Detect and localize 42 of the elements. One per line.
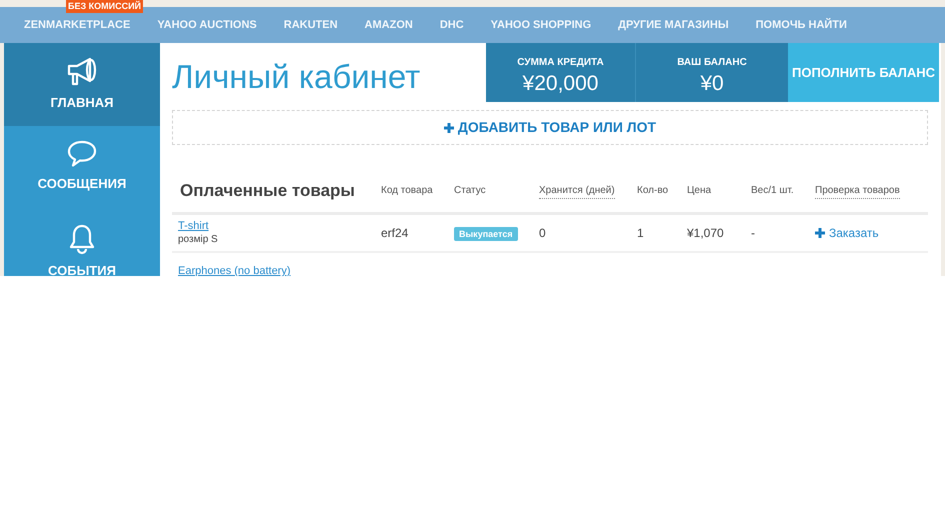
sidebar-item[interactable]: СОБЫТИЯ [4,209,160,276]
table-cell-text: - [751,225,756,242]
page-title: Личный кабинет [172,57,422,97]
sidebar-item[interactable]: ГЛАВНАЯ [4,43,160,126]
balance-label: ВАШ БАЛАНС [677,56,747,70]
add-item-button[interactable]: ДОБАВИТЬ ТОВАР ИЛИ ЛОТ [172,110,928,145]
column-header: Проверка товаров [815,182,900,198]
nav-link[interactable]: RAKUTEN [284,16,338,34]
top-up-button[interactable]: ПОПОЛНИТЬ БАЛАНС [788,43,939,102]
table-cell-text: 0 [539,225,547,242]
promo-badge: БЕЗ КОМИССИЙ [66,0,144,13]
credit-amount: ¥20,000 [522,71,598,97]
status-label: Выкупается [454,227,518,241]
sidebar-item[interactable]: СООБЩЕНИЯ [4,126,160,209]
nav-link[interactable]: DHC [440,16,464,34]
column-header: Цена [687,184,712,198]
nav-link[interactable]: YAHOO AUCTIONS [157,16,257,34]
bell-icon [68,223,96,255]
credit-label: СУММА КРЕДИТА [517,56,604,70]
megaphone-icon [66,57,98,87]
table-cell-text: 1 [637,225,645,242]
nav-link[interactable]: ДРУГИЕ МАГАЗИНЫ [618,16,729,34]
speech-bubble-icon [67,140,97,168]
table-title: Оплаченные товары [179,180,356,202]
product-detail: розмір S [178,233,219,247]
balance-amount: ¥0 [700,71,724,97]
plus-icon [815,228,825,238]
product-link[interactable]: T-shirt [178,219,381,233]
product-link[interactable]: Earphones (no battery) [178,264,381,276]
nav-link[interactable]: AMAZON [364,16,413,34]
column-header: Код товара [381,184,433,198]
nav-link[interactable]: ZENMARKETPLACE [24,16,130,34]
nav-link[interactable]: YAHOO SHOPPING [490,16,592,34]
column-header: Статус [454,184,486,198]
plus-icon [444,122,454,132]
table-cell-text: ¥1,070 [687,225,725,242]
column-header: Кол-во [637,184,668,198]
table-cell-text: erf24 [381,225,410,242]
column-header: Вес/1 шт. [751,184,794,198]
nav-link[interactable]: ПОМОЧЬ НАЙТИ [756,16,847,34]
order-link[interactable]: Заказать [815,224,879,242]
column-header: Хранится (дней) [539,182,615,198]
